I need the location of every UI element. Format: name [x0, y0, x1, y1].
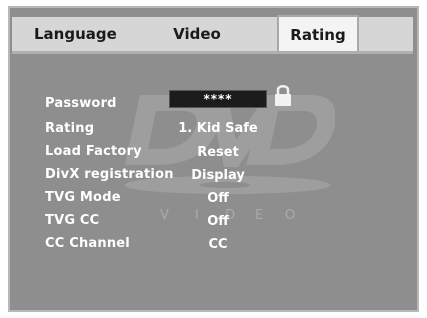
- rating-value[interactable]: 1. Kid Safe: [163, 121, 273, 136]
- load-factory-label: Load Factory: [45, 144, 142, 159]
- tab-rating[interactable]: Rating: [277, 15, 359, 51]
- tvg-cc-label: TVG CC: [45, 213, 100, 228]
- tab-divider: [12, 51, 413, 54]
- tvg-mode-label: TVG Mode: [45, 190, 121, 205]
- cc-channel-value[interactable]: CC: [163, 237, 273, 252]
- lock-icon: [275, 85, 291, 106]
- tvg-cc-value[interactable]: Off: [163, 214, 273, 229]
- cc-channel-label: CC Channel: [45, 236, 130, 251]
- password-label: Password: [45, 96, 117, 111]
- password-field[interactable]: ****: [169, 90, 267, 108]
- tab-bar: Language Video Rating: [12, 15, 413, 51]
- rating-label: Rating: [45, 121, 95, 136]
- tab-video[interactable]: Video: [142, 17, 252, 51]
- load-factory-value[interactable]: Reset: [163, 145, 273, 160]
- tvg-mode-value[interactable]: Off: [163, 191, 273, 206]
- tab-language[interactable]: Language: [12, 17, 132, 51]
- divx-registration-value[interactable]: Display: [163, 168, 273, 183]
- divx-registration-label: DivX registration: [45, 167, 174, 182]
- svg-text:O: O: [285, 208, 295, 223]
